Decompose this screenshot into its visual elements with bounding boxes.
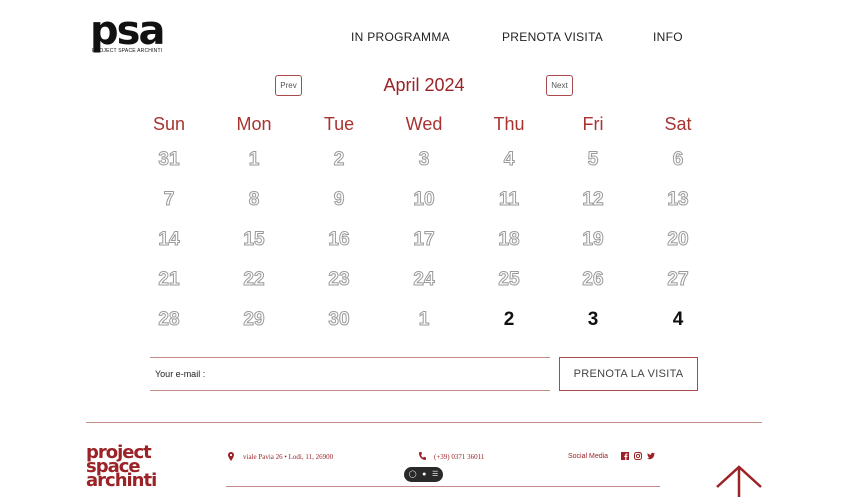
footer-line [226,486,660,487]
next-month-button[interactable]: Next [546,75,573,96]
calendar-day-disabled: 19 [582,229,604,251]
calendar-day-disabled: 24 [413,269,435,291]
calendar-day-disabled: 7 [163,189,175,211]
calendar-day-disabled: 9 [333,189,345,211]
footer-logo-line: archinti [86,470,157,491]
menu-icon[interactable]: ☰ [432,471,438,478]
calendar-day-disabled: 22 [243,269,265,291]
comment-icon[interactable]: ◯ [409,471,417,478]
social-media-label: Social Media [568,453,609,460]
nav-info[interactable]: INFO [653,30,683,44]
calendar-day-disabled: 18 [498,229,520,251]
calendar-day-available[interactable]: 4 [648,309,708,331]
calendar-day-disabled: 8 [248,189,260,211]
footer-divider [86,422,762,423]
weekday-label: Sun [152,114,186,134]
calendar-day-disabled: 21 [158,269,180,291]
logo[interactable]: psa PROJECT SPACE ARCHINTI [90,8,170,56]
calendar-day-disabled: 16 [328,229,350,251]
month-label: April 2024 [383,75,465,95]
weekday-label: Tue [323,114,355,134]
footer-logo[interactable]: project space archinti [86,444,157,491]
calendar-day-disabled: 28 [158,309,180,331]
email-label: Your e-mail : [155,369,206,379]
calendar-day-disabled: 15 [243,229,265,251]
calendar-day-available[interactable]: 2 [479,309,539,331]
calendar-day-disabled: 30 [328,309,350,331]
calendar-day-disabled: 1 [418,309,430,331]
footer-address: viale Pavia 26 • Lodi, 11, 26900 [243,453,334,461]
calendar-day-disabled: 25 [498,269,520,291]
back-to-top-arrow-icon[interactable] [715,465,763,497]
calendar-day-disabled: 4 [503,149,515,171]
prev-month-button[interactable]: Prev [275,75,302,96]
calendar-day-disabled: 31 [158,149,180,171]
calendar-day-disabled: 2 [333,149,345,171]
calendar-day-available[interactable]: 3 [563,309,623,331]
email-field[interactable]: Your e-mail : [150,357,550,391]
toggle-icon[interactable]: ● [422,471,426,478]
calendar-day-disabled: 1 [248,149,260,171]
calendar-day-disabled: 23 [328,269,350,291]
weekday-label: Wed [405,114,443,134]
calendar-day-disabled: 20 [667,229,689,251]
facebook-icon[interactable] [621,452,629,460]
prenota-la-visita-button[interactable]: PRENOTA LA VISITA [559,357,698,391]
weekday-label: Sat [664,114,692,134]
nav-in-programma[interactable]: IN PROGRAMMA [351,30,450,44]
calendar-day-disabled: 10 [413,189,435,211]
calendar-day-disabled: 14 [158,229,180,251]
calendar-day-disabled: 11 [498,189,520,211]
logo-mark: psa [90,8,165,54]
twitter-icon[interactable] [647,452,655,460]
calendar-day-disabled: 26 [582,269,604,291]
phone-icon [419,452,426,460]
calendar-day-disabled: 13 [667,189,689,211]
weekday-label: Thu [493,114,525,134]
instagram-icon[interactable] [634,452,642,460]
footer-phone[interactable]: (+39) 0371 36011 [434,453,484,461]
nav-prenota-visita[interactable]: PRENOTA VISITA [502,30,603,44]
calendar-day-disabled: 12 [582,189,604,211]
calendar-day-disabled: 27 [667,269,689,291]
logo-subtitle: PROJECT SPACE ARCHINTI [92,48,163,54]
calendar-day-disabled: 6 [672,149,684,171]
calendar-day-disabled: 3 [418,149,430,171]
calendar-day-disabled: 5 [587,149,599,171]
calendar-day-disabled: 17 [413,229,435,251]
floating-toolbar[interactable]: ◯ ● ☰ [404,467,443,482]
weekday-label: Fri [582,114,604,134]
weekday-label: Mon [236,114,272,134]
calendar-day-disabled: 29 [243,309,265,331]
location-pin-icon [228,452,234,461]
